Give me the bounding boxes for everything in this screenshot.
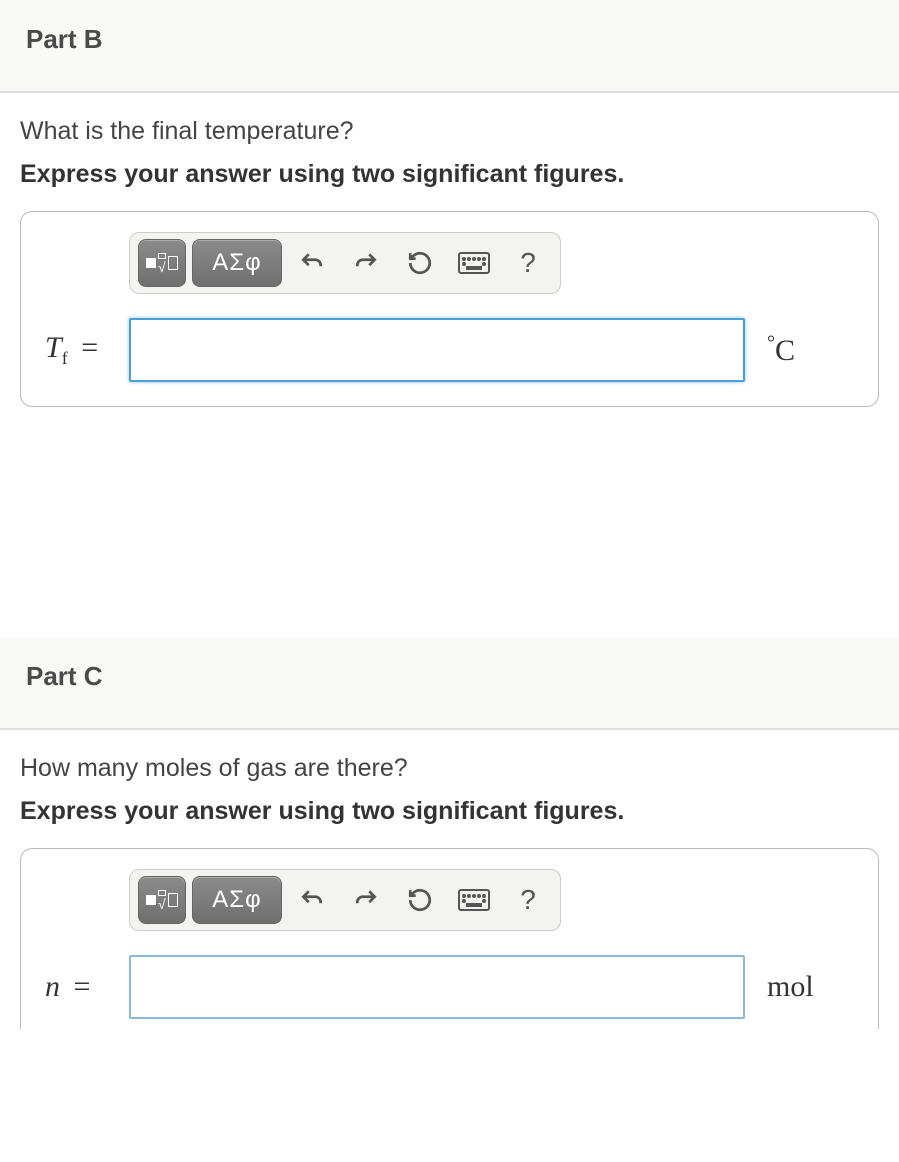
part-b-title: Part B [26, 24, 873, 55]
part-b-answer-row: Tf = °C [37, 318, 862, 382]
symbols-button[interactable]: ΑΣφ [192, 876, 282, 924]
part-b-toolbar: √ ΑΣφ ? [129, 232, 561, 294]
part-b-instruction: Express your answer using two significan… [20, 160, 879, 189]
redo-button[interactable] [342, 876, 390, 924]
part-b-answer-panel: √ ΑΣφ ? Tf = °C [20, 211, 879, 407]
undo-button[interactable] [288, 876, 336, 924]
keyboard-button[interactable] [450, 239, 498, 287]
redo-icon [353, 250, 379, 276]
symbols-button[interactable]: ΑΣφ [192, 239, 282, 287]
part-c-question-block: How many moles of gas are there? Express… [0, 730, 899, 1029]
keyboard-icon [458, 252, 490, 274]
part-b-unit: °C [767, 332, 795, 368]
reset-icon [407, 887, 433, 913]
part-b-input[interactable] [129, 318, 745, 382]
part-c-title: Part C [26, 661, 873, 692]
part-c-variable: n = [45, 970, 129, 1004]
part-b-question: What is the final temperature? [20, 117, 879, 146]
part-b-question-block: What is the final temperature? Express y… [0, 93, 899, 407]
part-c-question: How many moles of gas are there? [20, 754, 879, 783]
part-c-input[interactable] [129, 955, 745, 1019]
part-c-unit: mol [767, 970, 814, 1004]
redo-button[interactable] [342, 239, 390, 287]
keyboard-button[interactable] [450, 876, 498, 924]
part-c-answer-row: n = mol [37, 955, 862, 1019]
templates-icon: √ [146, 253, 178, 274]
reset-button[interactable] [396, 876, 444, 924]
undo-button[interactable] [288, 239, 336, 287]
templates-button[interactable]: √ [138, 239, 186, 287]
help-button[interactable]: ? [504, 876, 552, 924]
part-c-answer-panel: √ ΑΣφ ? n = mol [20, 848, 879, 1029]
reset-icon [407, 250, 433, 276]
help-button[interactable]: ? [504, 239, 552, 287]
part-b-header: Part B [0, 0, 899, 93]
part-c-instruction: Express your answer using two significan… [20, 797, 879, 826]
redo-icon [353, 887, 379, 913]
part-b-variable: Tf = [45, 331, 129, 369]
templates-button[interactable]: √ [138, 876, 186, 924]
part-c-header: Part C [0, 637, 899, 730]
undo-icon [299, 887, 325, 913]
undo-icon [299, 250, 325, 276]
part-c-toolbar: √ ΑΣφ ? [129, 869, 561, 931]
reset-button[interactable] [396, 239, 444, 287]
keyboard-icon [458, 889, 490, 911]
templates-icon: √ [146, 890, 178, 911]
